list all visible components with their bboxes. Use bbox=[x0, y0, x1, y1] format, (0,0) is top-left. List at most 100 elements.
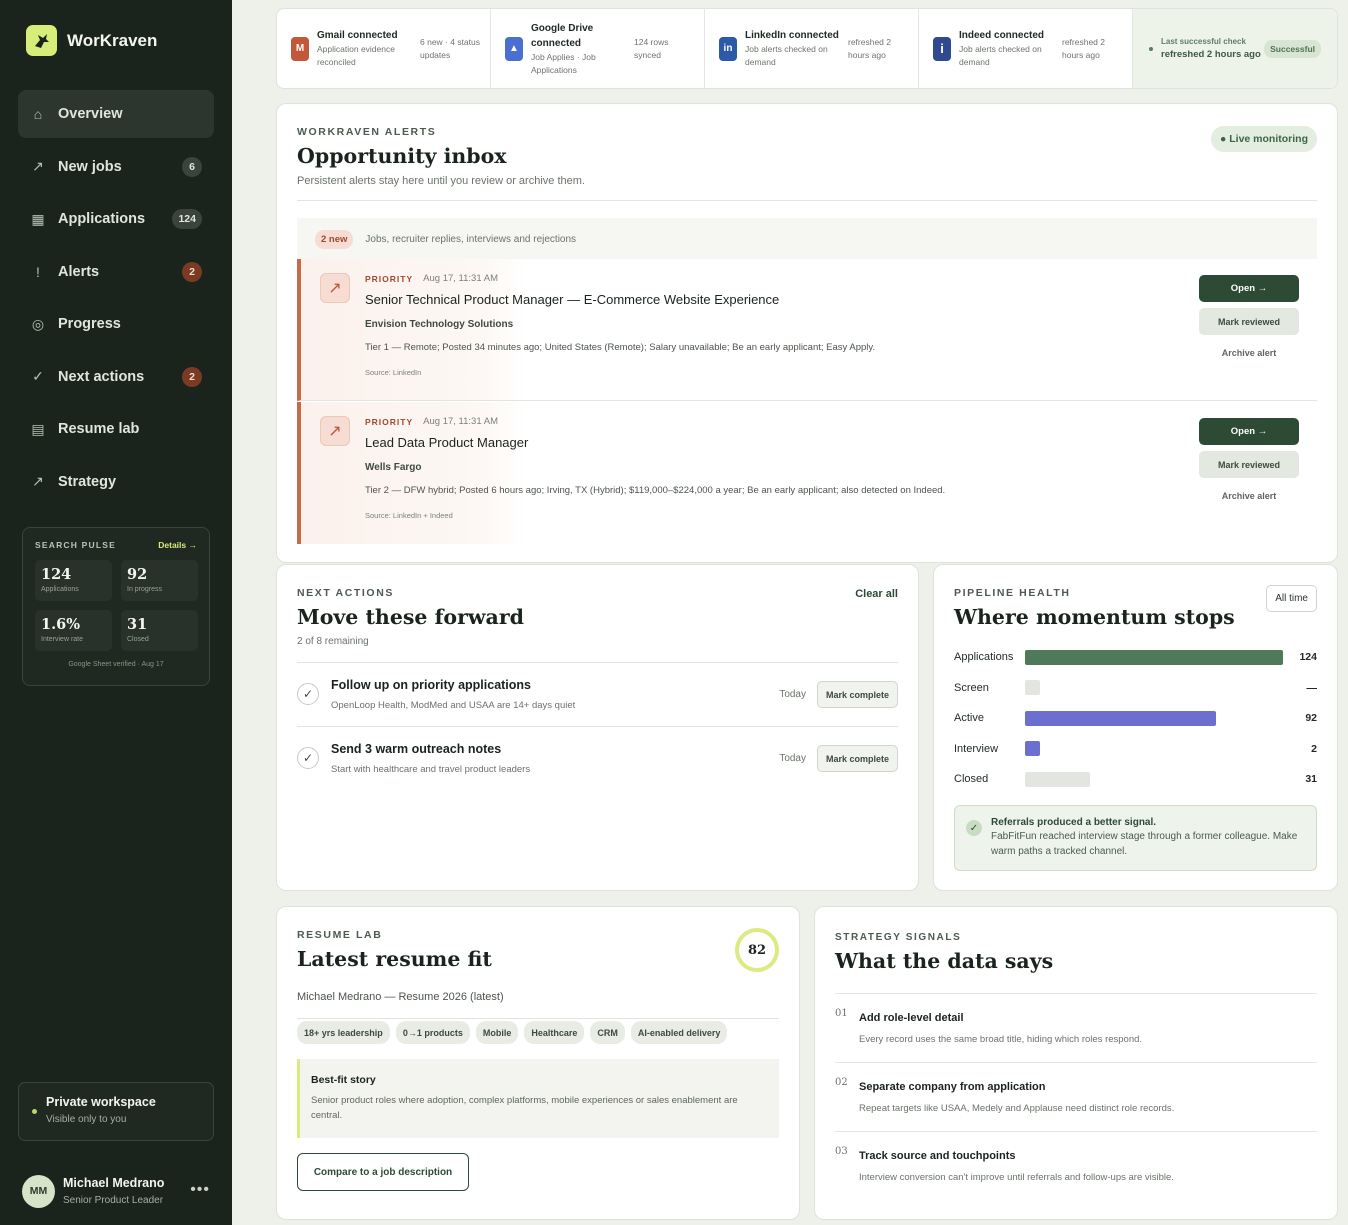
pulse-stat-label: Closed bbox=[127, 636, 149, 643]
alert-item: ↗ PRIORITY Aug 17, 11:31 AM Lead Data Pr… bbox=[297, 402, 1317, 544]
alert-source: Source: LinkedIn + Indeed bbox=[365, 511, 453, 520]
panel-subtitle: 2 of 8 remaining bbox=[297, 636, 369, 647]
signal-number: 02 bbox=[835, 1077, 848, 1088]
panel-title: What the data says bbox=[835, 949, 1054, 973]
story-body: Senior product roles where adoption, com… bbox=[311, 1095, 738, 1121]
pulse-stat: 124 Applications bbox=[35, 560, 112, 601]
sidebar-item-label: Resume lab bbox=[58, 421, 140, 437]
connection-desc: Job alerts checked on demand bbox=[959, 44, 1042, 67]
brand[interactable]: WorKraven bbox=[26, 25, 157, 56]
pipeline-stage-value: — bbox=[1306, 681, 1318, 694]
task-item: ✓ Send 3 warm outreach notes Start with … bbox=[297, 727, 898, 791]
panel-title: Move these forward bbox=[297, 605, 524, 629]
connection-name: LinkedIn connected bbox=[745, 30, 839, 41]
mark-reviewed-button[interactable]: Mark reviewed bbox=[1199, 451, 1299, 478]
trend-icon: ↗ bbox=[320, 416, 350, 446]
sidebar-item-strategy[interactable]: ↗ Strategy bbox=[18, 458, 214, 506]
sidebar-item-label: Next actions bbox=[58, 368, 145, 385]
signal-item: 03 Track source and touchpoints Intervie… bbox=[835, 1131, 1317, 1200]
resume-lab-panel: RESUME LAB Latest resume fit 82 Michael … bbox=[276, 906, 800, 1220]
pipeline-stage-label: Active bbox=[954, 712, 984, 725]
task-subtitle: OpenLoop Health, ModMed and USAA are 14+… bbox=[331, 700, 576, 711]
alert-icon: ! bbox=[36, 263, 40, 280]
pipeline-stage-label: Closed bbox=[954, 773, 989, 786]
brand-name: WorKraven bbox=[67, 30, 158, 50]
connection-linkedin[interactable]: in LinkedIn connected Job alerts checked… bbox=[705, 9, 919, 88]
divider bbox=[297, 1018, 779, 1019]
sidebar-item-progress[interactable]: ◎ Progress bbox=[18, 300, 214, 348]
pipeline-bar bbox=[1025, 741, 1040, 757]
skill-chip: 18+ yrs leadership bbox=[297, 1021, 390, 1044]
open-button[interactable]: Open → bbox=[1199, 275, 1299, 302]
user-profile[interactable]: MM Michael Medrano Senior Product Leader… bbox=[22, 1173, 214, 1209]
connection-name: Indeed connected bbox=[959, 30, 1045, 41]
status-badge: Successful bbox=[1264, 39, 1321, 58]
pipeline-row: Applications 124 bbox=[954, 649, 1317, 665]
mark-reviewed-button[interactable]: Mark reviewed bbox=[1199, 308, 1299, 335]
time-range-select[interactable]: All time bbox=[1266, 585, 1317, 612]
priority-label: PRIORITY bbox=[365, 273, 414, 284]
trend-icon: ↗ bbox=[320, 273, 350, 303]
sidebar-item-overview[interactable]: ⌂ Overview bbox=[18, 90, 214, 138]
pipeline-bar-track bbox=[1025, 710, 1291, 726]
connection-name: Gmail connected bbox=[317, 30, 398, 41]
sidebar-item-alerts[interactable]: ! Alerts 2 bbox=[18, 248, 214, 296]
alert-description: Tier 1 — Remote; Posted 34 minutes ago; … bbox=[365, 342, 876, 353]
check-icon[interactable]: ✓ bbox=[297, 747, 319, 769]
pipeline-bar bbox=[1025, 771, 1090, 787]
signal-body: Every record uses the same broad title, … bbox=[859, 1034, 1143, 1045]
count-badge: 124 bbox=[172, 209, 202, 229]
workspace-title: Private workspace bbox=[46, 1095, 156, 1109]
alert-description: Tier 2 — DFW hybrid; Posted 6 hours ago;… bbox=[365, 485, 946, 496]
linkedin-icon: in bbox=[719, 36, 737, 61]
pipeline-stage-label: Screen bbox=[954, 681, 989, 694]
clear-all-button[interactable]: Clear all bbox=[855, 588, 898, 600]
open-button[interactable]: Open → bbox=[1199, 418, 1299, 445]
more-icon[interactable]: ••• bbox=[190, 1181, 210, 1199]
sidebar-item-label: Progress bbox=[58, 316, 121, 332]
count-badge: 2 bbox=[182, 261, 202, 282]
panel-subtitle: Persistent alerts stay here until you re… bbox=[297, 175, 585, 187]
new-count-badge[interactable]: 2 new bbox=[315, 230, 354, 249]
task-title: Send 3 warm outreach notes bbox=[331, 742, 502, 756]
signal-number: 01 bbox=[835, 1008, 848, 1019]
check-icon[interactable]: ✓ bbox=[297, 683, 319, 705]
archive-alert-button[interactable]: Archive alert bbox=[1199, 491, 1299, 501]
connection-meta: refreshed 2 hours ago bbox=[1062, 36, 1105, 60]
pulse-details-link[interactable]: Details → bbox=[158, 540, 197, 550]
connection-desc: Job Applies · Job Applications bbox=[531, 51, 596, 75]
skill-chip: Mobile bbox=[475, 1021, 519, 1044]
pipeline-bar bbox=[1025, 710, 1217, 726]
sidebar-item-new-jobs[interactable]: ↗ New jobs 6 bbox=[18, 143, 214, 191]
last-check-title: Last successful check bbox=[1161, 37, 1246, 46]
pipeline-bar-track bbox=[1025, 741, 1291, 757]
workspace-card[interactable]: Private workspace Visible only to you bbox=[18, 1082, 214, 1141]
mark-complete-button[interactable]: Mark complete bbox=[817, 745, 898, 772]
compare-job-button[interactable]: Compare to a job description bbox=[297, 1153, 469, 1191]
alert-source: Source: LinkedIn bbox=[365, 368, 422, 377]
connection-google-drive[interactable]: ▲ Google Drive connected Job Applies · J… bbox=[491, 9, 705, 88]
divider bbox=[297, 200, 1317, 201]
count-badge: 6 bbox=[182, 156, 202, 177]
signal-body: Repeat targets like USAA, Medely and App… bbox=[859, 1103, 1175, 1114]
signal-number: 03 bbox=[835, 1146, 848, 1157]
sidebar-item-next-actions[interactable]: ✓ Next actions 2 bbox=[18, 353, 214, 401]
sidebar-item-resume-lab[interactable]: ▤ Resume lab bbox=[18, 405, 214, 453]
search-pulse-card: SEARCH PULSE Details → 124 Applications … bbox=[22, 527, 210, 686]
pipeline-health-panel: PIPELINE HEALTH Where momentum stops All… bbox=[933, 564, 1338, 891]
pulse-stat-label: Applications bbox=[41, 586, 79, 593]
last-check: Last successful check refreshed 2 hours … bbox=[1133, 9, 1337, 88]
connection-gmail[interactable]: M Gmail connected Application evidence r… bbox=[277, 9, 491, 88]
pipeline-stage-value: 124 bbox=[1299, 651, 1317, 663]
sidebar-item-applications[interactable]: ▦ Applications 124 bbox=[18, 195, 214, 243]
indeed-icon: i bbox=[933, 36, 951, 61]
signal-item: 02 Separate company from application Rep… bbox=[835, 1062, 1317, 1131]
archive-alert-button[interactable]: Archive alert bbox=[1199, 348, 1299, 358]
document-icon: ▤ bbox=[31, 420, 45, 437]
connection-meta: 6 new · 4 status updates bbox=[420, 36, 481, 60]
mark-complete-button[interactable]: Mark complete bbox=[817, 681, 898, 708]
skill-chips: 18+ yrs leadership 0→1 products Mobile H… bbox=[297, 1021, 728, 1044]
pipeline-row: Active 92 bbox=[954, 710, 1317, 726]
connection-indeed[interactable]: i Indeed connected Job alerts checked on… bbox=[919, 9, 1133, 88]
panel-title: Opportunity inbox bbox=[297, 144, 507, 168]
